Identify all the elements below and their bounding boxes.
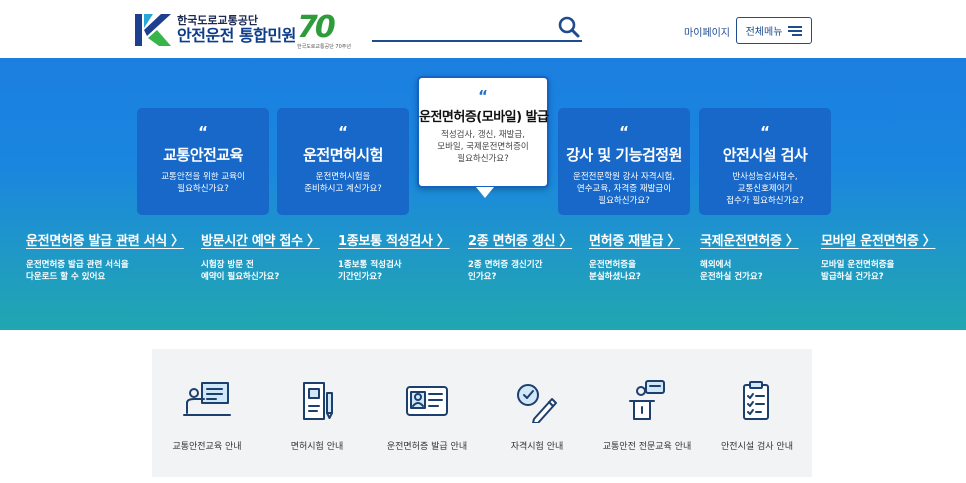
card-title: 운전면허시험: [303, 146, 383, 164]
all-menu-button[interactable]: 전체메뉴: [736, 17, 812, 44]
quick-item-label: 교통안전 전문교육 안내: [602, 442, 692, 452]
link-mobile-license[interactable]: 모바일 운전면허증 〉 모바일 운전면허증을 발급하실 건가요?: [821, 230, 936, 283]
quick-item-professional-education[interactable]: 교통안전 전문교육 안내: [592, 349, 702, 477]
logo-service-name: 안전운전 통합민원: [177, 26, 296, 46]
card-traffic-education[interactable]: “ 교통안전교육 교통안전을 위한 교육이 필요하신가요?: [137, 108, 269, 215]
link-title: 2종 면허증 갱신 〉: [468, 234, 573, 249]
card-pointer: [476, 187, 494, 198]
quick-item-license-exam[interactable]: 면허시험 안내: [262, 349, 372, 477]
quick-item-label: 운전면허증 발급 안내: [386, 442, 468, 452]
link-title: 1종보통 적성검사 〉: [338, 234, 450, 249]
link-aptitude-test[interactable]: 1종보통 적성검사 〉 1종보통 적성검사 기간인가요?: [338, 230, 450, 283]
hero-section: “ 교통안전교육 교통안전을 위한 교육이 필요하신가요? “ 운전면허시험 운…: [0, 58, 966, 330]
quick-item-license-issue[interactable]: 운전면허증 발급 안내: [372, 349, 482, 477]
card-title: 교통안전교육: [163, 146, 243, 164]
quick-item-label: 자격시험 안내: [510, 442, 564, 452]
link-description: 해외에서 운전하실 건가요?: [700, 260, 763, 282]
search-bar: [372, 14, 582, 42]
link-description: 운전면허증 발급 관련 서식을 다운로드 할 수 있어요: [26, 260, 129, 282]
link-description: 시험장 방문 전 예약이 필요하신가요?: [201, 260, 280, 282]
anniversary-caption: 한국도로교통공단 70주년: [297, 44, 351, 50]
card-description: 반사성능검사접수, 교통신호제어기 접수가 필요하신가요?: [726, 172, 804, 206]
link-license-renewal[interactable]: 2종 면허증 갱신 〉 2종 면허증 갱신기간 인가요?: [468, 230, 572, 283]
link-title: 운전면허증 발급 관련 서식 〉: [26, 234, 184, 249]
card-license-exam[interactable]: “ 운전면허시험 운전면허시험을 준비하시고 계신가요?: [277, 108, 409, 215]
card-description: 교통안전을 위한 교육이 필요하신가요?: [161, 172, 245, 194]
quick-item-label: 안전시설 검사 안내: [721, 442, 793, 452]
quick-item-label: 교통안전교육 안내: [172, 442, 242, 452]
link-title: 면허증 재발급 〉: [589, 234, 681, 249]
id-card-icon: [406, 386, 448, 416]
card-title: 안전시설 검사: [722, 146, 808, 164]
quote-icon: “: [478, 87, 488, 105]
link-title: 방문시간 예약 접수 〉: [201, 234, 320, 249]
card-description: 운전전문학원 강사 자격시험, 연수교육, 자격증 재발급이 필요하신가요?: [573, 172, 675, 206]
exam-pencil-icon: [517, 384, 557, 423]
card-safety-facility[interactable]: “ 안전시설 검사 반사성능검사접수, 교통신호제어기 접수가 필요하신가요?: [699, 108, 831, 215]
quick-menu: 교통안전교육 안내 면허시험 안내 운전면허증 발급 안내 자격시험 안내 교통…: [152, 349, 812, 477]
all-menu-label: 전체메뉴: [745, 27, 783, 38]
site-header: 한국도로교통공단 안전운전 통합민원 70 한국도로교통공단 70주년 마이페이…: [0, 0, 966, 58]
card-title: 운전면허증(모바일) 발급: [419, 110, 549, 125]
mypage-link[interactable]: 마이페이지: [684, 24, 730, 39]
quote-icon: “: [619, 123, 629, 141]
quick-item-label: 면허시험 안내: [290, 442, 344, 452]
link-international-license[interactable]: 국제운전면허증 〉 해외에서 운전하실 건가요?: [700, 230, 799, 283]
quote-icon: “: [760, 123, 770, 141]
card-license-issue[interactable]: “ 운전면허증(모바일) 발급 적성검사, 갱신, 재발급, 모바일, 국제운전…: [417, 76, 549, 198]
link-description: 1종보통 적성검사 기간인가요?: [338, 260, 402, 282]
search-input[interactable]: [372, 14, 547, 38]
lecture-podium-icon: [629, 380, 665, 420]
checklist-clipboard-icon: [743, 381, 769, 420]
anniversary-number: 70: [297, 10, 336, 45]
search-button[interactable]: [556, 14, 582, 40]
hamburger-icon: [788, 25, 803, 36]
link-title: 모바일 운전면허증 〉: [821, 234, 936, 249]
card-description: 운전면허시험을 준비하시고 계신가요?: [304, 172, 382, 194]
search-icon: [558, 16, 580, 38]
quote-icon: “: [198, 123, 208, 141]
site-logo[interactable]: 한국도로교통공단 안전운전 통합민원: [135, 14, 296, 46]
link-description: 운전면허증을 분실하셨나요?: [589, 260, 641, 282]
quick-item-traffic-education[interactable]: 교통안전교육 안내: [152, 349, 262, 477]
license-document-icon: [303, 382, 333, 420]
card-title: 강사 및 기능검정원: [566, 146, 682, 164]
link-description: 모바일 운전면허증을 발급하실 건가요?: [821, 260, 895, 282]
teacher-board-icon: [183, 382, 231, 416]
link-license-forms[interactable]: 운전면허증 발급 관련 서식 〉 운전면허증 발급 관련 서식을 다운로드 할 …: [26, 230, 184, 283]
anniversary-badge: 70 한국도로교통공단 70주년: [297, 10, 351, 54]
quote-icon: “: [338, 123, 348, 141]
card-instructor[interactable]: “ 강사 및 기능검정원 운전전문학원 강사 자격시험, 연수교육, 자격증 재…: [558, 108, 690, 215]
quick-item-qualification-exam[interactable]: 자격시험 안내: [482, 349, 592, 477]
link-license-reissue[interactable]: 면허증 재발급 〉 운전면허증을 분실하셨나요?: [589, 230, 680, 283]
link-visit-reservation[interactable]: 방문시간 예약 접수 〉 시험장 방문 전 예약이 필요하신가요?: [201, 230, 320, 283]
link-title: 국제운전면허증 〉: [700, 234, 799, 249]
card-description: 적성검사, 갱신, 재발급, 모바일, 국제운전면허증이 필요하신가요?: [437, 130, 529, 164]
link-description: 2종 면허증 갱신기간 인가요?: [468, 260, 543, 282]
quick-item-safety-facility[interactable]: 안전시설 검사 안내: [702, 349, 812, 477]
koroad-logo-icon: [135, 14, 171, 46]
